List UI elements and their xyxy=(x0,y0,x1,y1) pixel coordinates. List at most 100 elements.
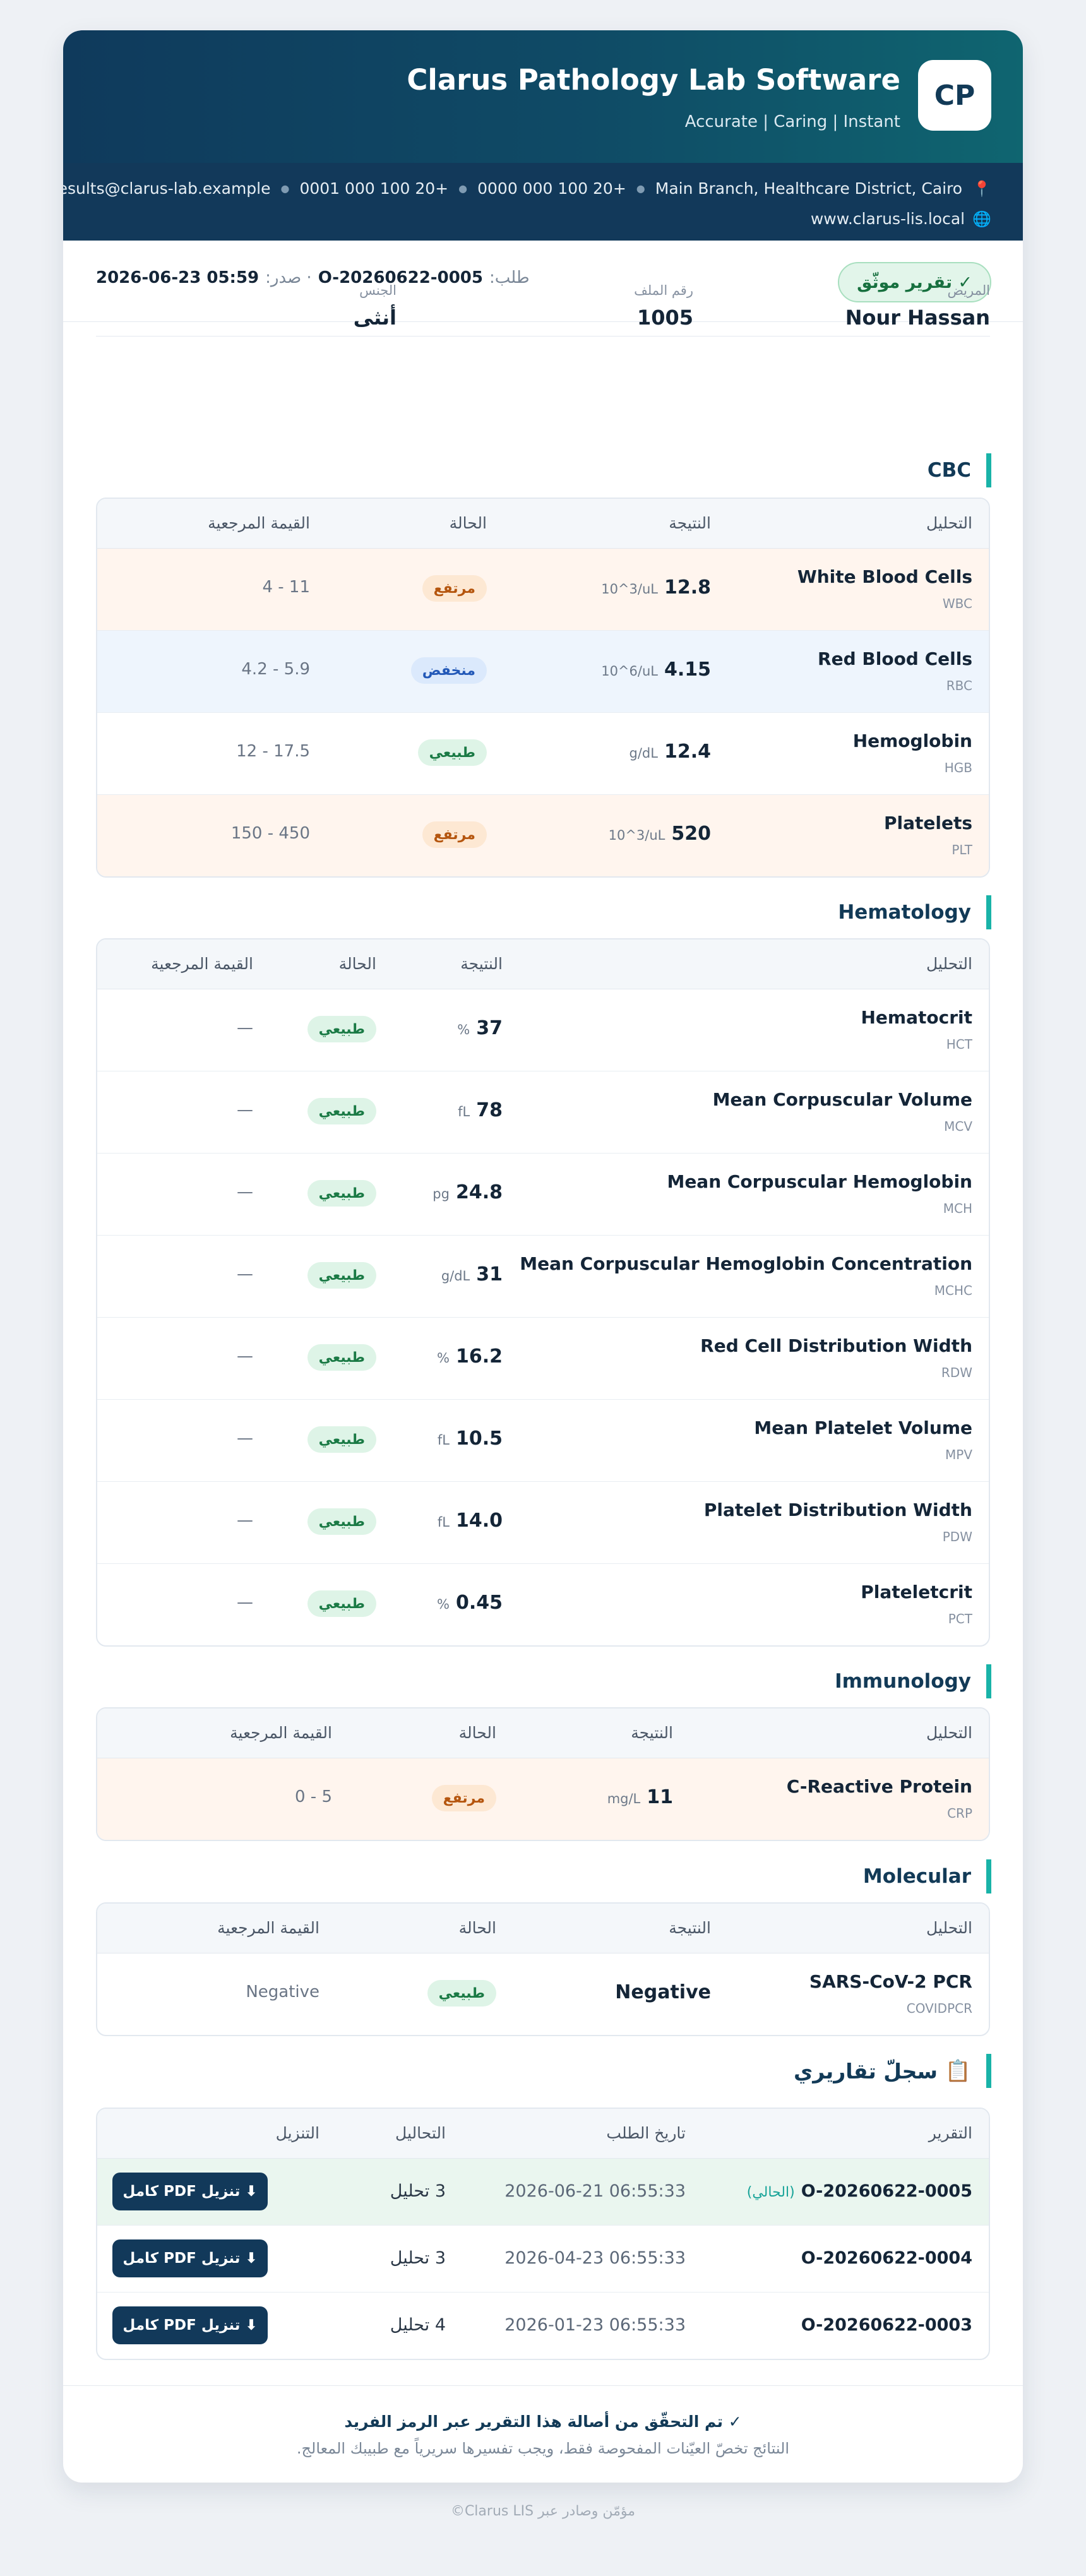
result-cell: fL 14.0 xyxy=(438,1510,503,1532)
test-code: MCH xyxy=(943,1201,972,1216)
current-label: (الحالي) xyxy=(746,2185,795,2200)
status-badge: طبيعي xyxy=(307,1180,376,1207)
patient-gender: أنثى xyxy=(353,306,397,330)
result-value: 4.15 xyxy=(664,659,711,681)
result-unit: 10^3/uL xyxy=(601,581,658,597)
report-history-table: التقرير تاريخ الطلب التحاليل التنزيل (ال… xyxy=(96,2108,990,2360)
section-title-hematology: Hematology xyxy=(838,895,991,929)
table-body: Hematocrit HCT% 37 طبيعي — Mean Corpuscular V… xyxy=(97,989,989,1645)
report-id[interactable]: O-20260622-0003 xyxy=(801,2315,972,2335)
result-value: 11 xyxy=(647,1786,673,1808)
status-badge: مرتفع xyxy=(422,575,487,602)
test-name: Platelet Distribution Width xyxy=(703,1500,972,1520)
col-ref: القيمة المرجعية xyxy=(208,514,310,532)
test-code: WBC xyxy=(942,596,972,611)
file-number: 1005 xyxy=(636,306,693,330)
col-date: تاريخ الطلب xyxy=(606,2124,686,2142)
result-cell: 10^3/uL 12.8 xyxy=(601,576,711,599)
patient-info: المريض Nour Hassan رقم الملف 1005 الجنس … xyxy=(96,259,990,337)
patient-file-block: رقم الملف 1005 xyxy=(634,283,693,330)
history-title-text: سجلّ تقاريري xyxy=(794,2058,938,2084)
table-header: التحليل النتيجة الحالة القيمة المرجعية xyxy=(97,1904,989,1953)
test-code: RBC xyxy=(946,678,972,693)
col-ref: القيمة المرجعية xyxy=(151,955,253,973)
test-name: Mean Platelet Volume xyxy=(754,1417,972,1438)
status-badge: طبيعي xyxy=(307,1508,376,1535)
col-ref: القيمة المرجعية xyxy=(230,1724,332,1742)
lab-name: Clarus Pathology Lab Software xyxy=(407,63,900,97)
reference-range: 12 - 17.5 xyxy=(236,742,310,761)
order-date: 2026-01-23 06:55:33 xyxy=(504,2315,686,2335)
reference-range: Negative xyxy=(246,1983,319,2001)
result-value: 520 xyxy=(671,823,711,845)
report-id-cell: O-20260622-0004 xyxy=(801,2248,972,2268)
patient-gender-block: الجنس أنثى xyxy=(354,283,397,330)
patient-name-block: المريض Nour Hassan xyxy=(845,283,990,330)
result-cell: fL 10.5 xyxy=(438,1428,503,1450)
table-row: Red Cell Distribution Width RDW% 16.2 طبيعي… xyxy=(97,1318,989,1400)
col-report: التقرير xyxy=(928,2124,972,2142)
results-table-molecular: التحليل النتيجة الحالة القيمة المرجعية S… xyxy=(96,1902,990,2036)
report-id[interactable]: O-20260622-0005 xyxy=(801,2181,972,2201)
status-badge: طبيعي xyxy=(307,1098,376,1124)
disclaimer: النتائج تخصّ العيّنات المفحوصة فقط، ويجب… xyxy=(296,2440,790,2457)
download-pdf-button[interactable]: ⬇ تنزيل PDF كامل xyxy=(112,2306,268,2344)
result-value: 78 xyxy=(476,1099,503,1121)
section-title-molecular: Molecular xyxy=(863,1859,991,1893)
result-cell: g/dL 31 xyxy=(441,1263,503,1285)
powered-by: مؤمّن وصادر عبر Clarus LIS© xyxy=(450,2503,636,2519)
reference-range: — xyxy=(237,1018,253,1037)
table-body: C-Reactive Protein CRP mg/L 11 مرتفع 0 - 5 xyxy=(97,1758,989,1840)
test-name: Mean Corpuscular Hemoglobin xyxy=(667,1171,972,1192)
table-row: C-Reactive Protein CRP mg/L 11 مرتفع 0 - 5 xyxy=(97,1758,989,1840)
report-id[interactable]: O-20260622-0004 xyxy=(801,2248,972,2268)
status-badge: طبيعي xyxy=(307,1426,376,1453)
test-name: Hemoglobin xyxy=(852,730,972,751)
col-tests: التحاليل xyxy=(395,2124,446,2142)
lab-email[interactable]: results@clarus-lab.example xyxy=(63,179,271,198)
status-badge: طبيعي xyxy=(307,1590,376,1617)
test-name: White Blood Cells xyxy=(797,566,972,587)
col-download: التنزيل xyxy=(275,2124,319,2142)
table-header: التحليل النتيجة الحالة القيمة المرجعية xyxy=(97,499,989,549)
result-unit: % xyxy=(437,1597,450,1612)
test-code: CRP xyxy=(947,1806,972,1821)
file-number-label: رقم الملف xyxy=(634,283,693,298)
status-badge: طبيعي xyxy=(417,739,487,766)
col-status: الحالة xyxy=(458,1724,496,1742)
download-pdf-button[interactable]: ⬇ تنزيل PDF كامل xyxy=(112,2173,268,2210)
status-badge: مرتفع xyxy=(431,1785,496,1811)
lab-website[interactable]: www.clarus-lis.local xyxy=(811,210,965,228)
status-badge: طبيعي xyxy=(427,1980,496,2007)
test-name-cell: Mean Platelet Volume MPV xyxy=(754,1417,972,1462)
result-cell: % 16.2 xyxy=(437,1345,503,1368)
col-status: الحالة xyxy=(338,955,376,973)
test-name-cell: Mean Corpuscular Hemoglobin MCH xyxy=(667,1171,972,1216)
status-badge: طبيعي xyxy=(307,1016,376,1042)
reference-range: — xyxy=(237,1347,253,1366)
test-name: Mean Corpuscular Volume xyxy=(712,1089,972,1110)
download-pdf-button[interactable]: ⬇ تنزيل PDF كامل xyxy=(112,2239,268,2277)
col-test: التحليل xyxy=(926,1724,972,1742)
history-row: O-20260622-0003 2026-01-23 06:55:33 4 تحلي… xyxy=(97,2293,989,2359)
result-unit: fL xyxy=(458,1104,470,1119)
test-code: PDW xyxy=(942,1529,972,1544)
test-name: Platelets xyxy=(883,813,972,833)
status-badge: منخفض xyxy=(410,657,487,684)
test-code: RDW xyxy=(941,1365,972,1380)
result-cell: 10^6/uL 4.15 xyxy=(601,659,711,681)
col-status: الحالة xyxy=(458,1919,496,1937)
result-cell: % 0.45 xyxy=(437,1592,503,1614)
table-row: Mean Platelet Volume MPV fL 10.5 طبيعي — xyxy=(97,1400,989,1482)
result-value: 31 xyxy=(476,1263,503,1285)
test-count: 3 تحليل xyxy=(390,2181,446,2201)
test-code: COVIDPCR xyxy=(906,2001,972,2016)
reference-range: 0 - 5 xyxy=(295,1787,332,1806)
history-row: O-20260622-0004 2026-04-23 06:55:33 3 تحلي… xyxy=(97,2226,989,2293)
report-id-cell: (الحالي) O-20260622-0005 xyxy=(747,2181,972,2201)
location-pin-icon: 📍 xyxy=(972,179,991,198)
phone-1[interactable]: 0000 000 100 20+ xyxy=(477,179,626,198)
reference-range: — xyxy=(237,1183,253,1202)
phone-2[interactable]: 0001 000 100 20+ xyxy=(299,179,448,198)
test-count: 4 تحليل xyxy=(390,2315,446,2335)
